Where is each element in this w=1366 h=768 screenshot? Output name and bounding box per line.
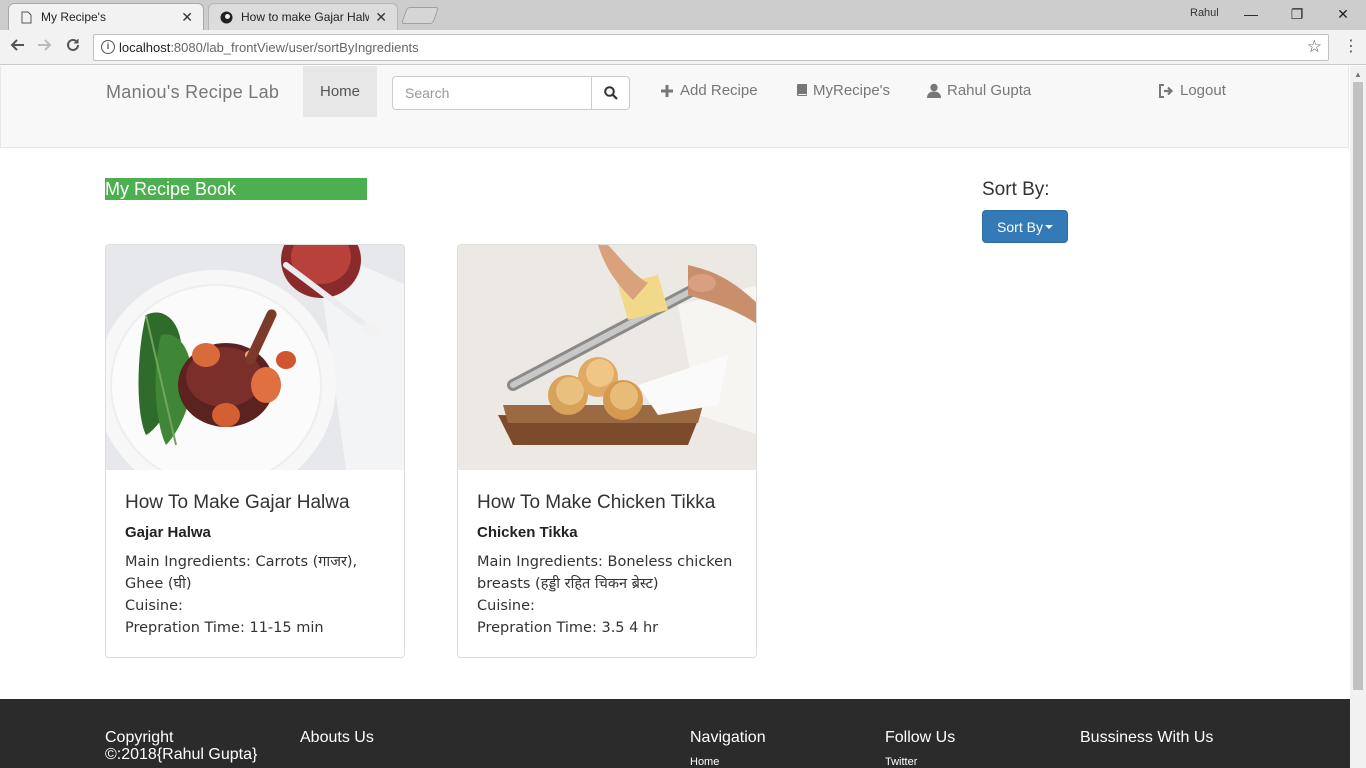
footer-twitter-link[interactable]: Twitter bbox=[885, 756, 917, 768]
my-recipes-label: MyRecipe's bbox=[813, 82, 891, 99]
search-input[interactable] bbox=[392, 76, 592, 110]
close-tab-icon[interactable]: ✕ bbox=[181, 9, 193, 26]
book-icon bbox=[796, 83, 808, 98]
recipe-cuisine: Cuisine: bbox=[125, 598, 183, 614]
site-footer: Copyright ©:2018{Rahul Gupta} Abouts Us … bbox=[0, 699, 1350, 768]
sort-by-button-label: Sort By bbox=[997, 218, 1043, 235]
footer-navigation-heading: Navigation bbox=[690, 729, 766, 746]
scrollbar-thumb[interactable] bbox=[1353, 82, 1363, 690]
recipe-card[interactable]: How To Make Chicken Tikka Chicken Tikka … bbox=[457, 244, 757, 658]
bookmark-star-icon[interactable]: ☆ bbox=[1307, 37, 1322, 57]
browser-tab-active[interactable]: My Recipe's ✕ bbox=[8, 3, 204, 30]
footer-copyright: Copyright ©:2018{Rahul Gupta} bbox=[105, 729, 258, 763]
recipe-title[interactable]: How To Make Gajar Halwa bbox=[125, 492, 385, 514]
close-tab-icon[interactable]: ✕ bbox=[375, 9, 387, 26]
search-button[interactable] bbox=[591, 76, 630, 110]
recipe-image[interactable] bbox=[106, 245, 404, 470]
window-user-label[interactable]: Rahul bbox=[1190, 7, 1219, 19]
add-recipe-link[interactable]: Add Recipe bbox=[660, 82, 758, 99]
logout-label: Logout bbox=[1180, 82, 1226, 99]
recipe-card-body: How To Make Gajar Halwa Gajar Halwa Main… bbox=[106, 470, 404, 657]
recipe-subtitle: Gajar Halwa bbox=[125, 524, 211, 541]
add-recipe-label: Add Recipe bbox=[680, 82, 758, 99]
footer-home-link[interactable]: Home bbox=[690, 756, 719, 768]
sort-by-label: Sort By: bbox=[982, 179, 1050, 200]
browser-toolbar: i localhost:8080/lab_frontView/user/sort… bbox=[0, 30, 1366, 65]
recipe-cuisine: Cuisine: bbox=[477, 598, 535, 614]
address-bar[interactable]: i localhost:8080/lab_frontView/user/sort… bbox=[93, 34, 1329, 61]
site-navbar: Maniou's Recipe Lab Home Add Recipe MyRe… bbox=[0, 66, 1349, 148]
recipe-title[interactable]: How To Make Chicken Tikka bbox=[477, 492, 737, 514]
scroll-up-icon[interactable]: ▲ bbox=[1354, 70, 1362, 79]
new-tab-button[interactable] bbox=[400, 7, 440, 24]
menu-icon[interactable]: ⋮ bbox=[1343, 36, 1359, 56]
recipe-subtitle: Chicken Tikka bbox=[477, 524, 578, 541]
restore-icon[interactable]: ❐ bbox=[1282, 3, 1312, 25]
my-recipes-link[interactable]: MyRecipe's bbox=[796, 82, 890, 99]
user-icon bbox=[927, 83, 941, 98]
recipe-prep-time: Prepration Time: 11-15 min bbox=[125, 620, 324, 636]
footer-business-heading: Bussiness With Us bbox=[1080, 729, 1214, 746]
nav-home-link[interactable]: Home bbox=[303, 66, 377, 117]
tab-title: My Recipe's bbox=[41, 10, 106, 24]
user-name-label: Rahul Gupta bbox=[947, 82, 1032, 99]
recipe-prep-time: Prepration Time: 3.5 4 hr bbox=[477, 620, 659, 636]
brand-link[interactable]: Maniou's Recipe Lab bbox=[106, 82, 279, 103]
footer-follow-heading: Follow Us bbox=[885, 729, 956, 746]
reload-icon[interactable] bbox=[62, 36, 84, 58]
recipe-ingredients: Main Ingredients: Boneless chicken breas… bbox=[477, 554, 733, 592]
recipe-image[interactable] bbox=[458, 245, 756, 470]
caret-down-icon bbox=[1044, 224, 1053, 229]
url-text: localhost:8080/lab_frontView/user/sortBy… bbox=[119, 40, 419, 55]
sort-by-dropdown-button[interactable]: Sort By bbox=[982, 210, 1068, 243]
logout-icon bbox=[1158, 83, 1174, 98]
info-icon[interactable]: i bbox=[101, 40, 115, 54]
page-icon bbox=[19, 10, 33, 24]
close-window-icon[interactable]: ✕ bbox=[1328, 3, 1358, 25]
recipe-card-body: How To Make Chicken Tikka Chicken Tikka … bbox=[458, 470, 756, 657]
search-icon bbox=[603, 86, 618, 100]
browser-tab[interactable]: How to make Gajar Halwa ✕ bbox=[208, 3, 398, 30]
tab-title: How to make Gajar Halwa bbox=[241, 10, 370, 24]
browser-tabstrip: My Recipe's ✕ How to make Gajar Halwa ✕ … bbox=[0, 0, 1366, 30]
page-viewport: Maniou's Recipe Lab Home Add Recipe MyRe… bbox=[0, 66, 1350, 768]
recipe-ingredients: Main Ingredients: Carrots (गाजर), Ghee (… bbox=[125, 554, 358, 592]
site-favicon-icon bbox=[219, 10, 233, 24]
recipe-book-heading: My Recipe Book bbox=[105, 178, 367, 200]
page-scrollbar[interactable]: ▲ bbox=[1350, 66, 1366, 768]
forward-icon[interactable] bbox=[34, 36, 56, 58]
minimize-icon[interactable]: — bbox=[1236, 3, 1266, 25]
user-profile-link[interactable]: Rahul Gupta bbox=[927, 82, 1031, 99]
back-icon[interactable] bbox=[6, 36, 28, 58]
plus-icon bbox=[660, 84, 674, 98]
recipe-card[interactable]: How To Make Gajar Halwa Gajar Halwa Main… bbox=[105, 244, 405, 658]
footer-about-heading: Abouts Us bbox=[300, 729, 374, 746]
logout-link[interactable]: Logout bbox=[1158, 82, 1226, 99]
